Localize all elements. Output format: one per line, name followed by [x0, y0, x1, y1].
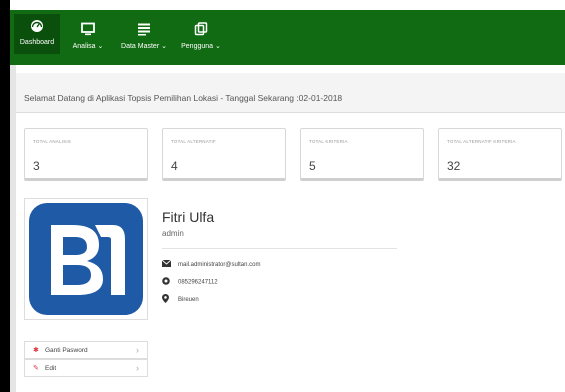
stat-value: 5 [309, 159, 316, 173]
profile-email: mail.administrator@sultan.com [178, 262, 261, 269]
profile-divider [162, 248, 397, 249]
profile-phone-row: 085296247112 [162, 277, 218, 287]
chevron-right-icon: › [136, 363, 139, 373]
envelope-icon [161, 259, 172, 269]
edit-label: Edit [45, 365, 57, 372]
ganti-password-button[interactable]: ✱ Ganti Pasword › [24, 341, 148, 359]
edit-button[interactable]: ✎ Edit › [24, 359, 148, 377]
stat-card-total-analisis: TOTAL ANALISIS 3 [24, 128, 148, 181]
nav-data-master-label: Data Master ⌄ [121, 43, 167, 50]
profile-location: Bireuen [178, 297, 199, 304]
stat-value: 3 [33, 159, 40, 173]
nav-pengguna-label: Pengguna ⌄ [181, 43, 221, 50]
stat-card-total-alternatif-kriteria: TOTAL ALTERNATIF KRITERIA 32 [438, 128, 562, 181]
stat-title: TOTAL ALTERNATIF KRITERIA [447, 139, 516, 144]
map-marker-icon [162, 294, 172, 305]
content-gutter [10, 65, 16, 392]
stat-card-total-kriteria: TOTAL KRITERIA 5 [300, 128, 424, 181]
profile-logo [24, 198, 148, 320]
profile-name: Fitri Ulfa [162, 209, 215, 225]
stat-title: TOTAL KRITERIA [309, 139, 348, 144]
globe-icon [162, 277, 172, 287]
stat-value: 4 [171, 159, 178, 173]
profile-location-row: Bireuen [162, 294, 199, 305]
top-strip [10, 0, 565, 10]
nav-dashboard[interactable]: Dashboard [14, 14, 60, 54]
list-icon [114, 22, 174, 38]
stat-value: 32 [447, 159, 461, 173]
profile-role: admin [162, 229, 184, 238]
users-icon [176, 22, 226, 38]
asterisk-icon: ✱ [33, 347, 39, 354]
nav-data-master[interactable]: Data Master ⌄ [114, 14, 174, 60]
app-frame: Dashboard Analisa ⌄ Data Master ⌄ Penggu… [0, 0, 565, 392]
bri-logo-icon [29, 203, 143, 315]
nav-dashboard-label: Dashboard [19, 39, 55, 46]
stat-title: TOTAL ANALISIS [33, 139, 71, 144]
profile-email-row: mail.administrator@sultan.com [161, 259, 261, 269]
ganti-password-label: Ganti Pasword [45, 347, 88, 354]
stat-title: TOTAL ALTERNATIF [171, 139, 216, 144]
profile-phone: 085296247112 [178, 279, 218, 286]
pencil-icon: ✎ [33, 365, 39, 372]
welcome-text: Selamat Datang di Aplikasi Topsis Pemili… [24, 93, 343, 103]
nav-analisa[interactable]: Analisa ⌄ [66, 14, 110, 60]
nav-pengguna[interactable]: Pengguna ⌄ [176, 14, 226, 60]
nav-analisa-label: Analisa ⌄ [72, 43, 104, 50]
window-edge [0, 0, 10, 392]
monitor-icon [66, 22, 110, 38]
dashboard-icon [14, 19, 60, 35]
stat-card-total-alternatif: TOTAL ALTERNATIF 4 [162, 128, 286, 181]
chevron-right-icon: › [136, 345, 139, 355]
